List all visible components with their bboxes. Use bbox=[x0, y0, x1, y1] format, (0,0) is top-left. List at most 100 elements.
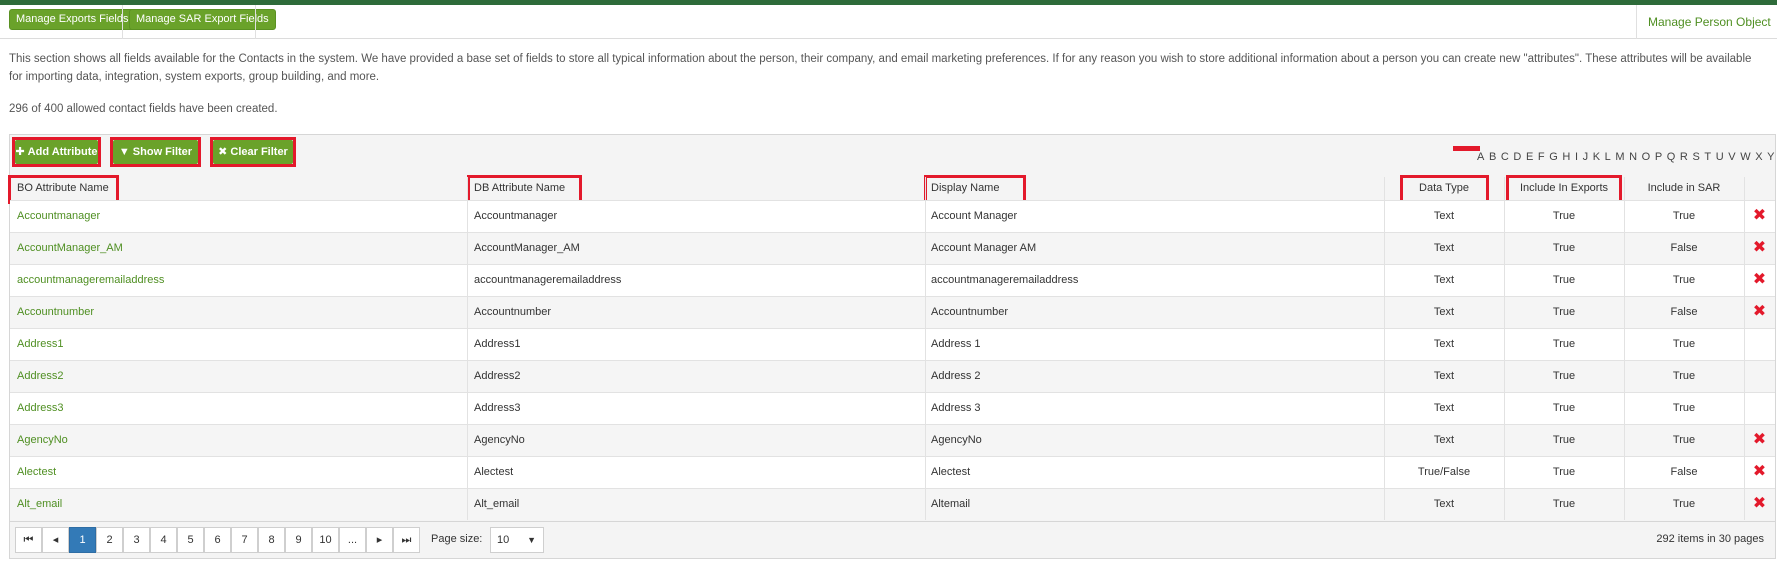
page-number-button[interactable]: 8 bbox=[258, 527, 285, 553]
add-attribute-button[interactable]: ✚ Add Attribute bbox=[15, 140, 98, 164]
data-type-cell: Text bbox=[1433, 274, 1455, 286]
alphabet-filter-letter[interactable]: W bbox=[1740, 151, 1750, 163]
page-number-button[interactable]: 10 bbox=[312, 527, 339, 553]
alphabet-filter-letter[interactable]: H bbox=[1562, 151, 1570, 163]
alphabet-filter-letter[interactable]: M bbox=[1615, 151, 1624, 163]
delete-icon[interactable]: ✖ bbox=[1744, 200, 1775, 232]
manage-person-object-link[interactable]: Manage Person Object bbox=[1636, 5, 1777, 39]
alphabet-filter-letter[interactable]: I bbox=[1575, 151, 1578, 163]
db-attribute-name-cell: AccountManager_AM bbox=[474, 242, 580, 254]
data-type-cell: Text bbox=[1433, 210, 1455, 222]
bo-attribute-name-link[interactable]: Alt_email bbox=[17, 488, 62, 520]
display-name-cell: Account Manager bbox=[931, 210, 1018, 222]
red-marker bbox=[1453, 146, 1480, 151]
page-number-button[interactable]: 2 bbox=[96, 527, 123, 553]
bo-attribute-name-link[interactable]: AccountManager_AM bbox=[17, 232, 123, 264]
delete-icon[interactable]: ✖ bbox=[1744, 232, 1775, 264]
page-number-button[interactable]: 6 bbox=[204, 527, 231, 553]
alphabet-filter-letter[interactable]: O bbox=[1642, 151, 1651, 163]
alphabet-filter-letter[interactable]: Y bbox=[1767, 151, 1774, 163]
alphabet-filter-letter[interactable]: P bbox=[1655, 151, 1662, 163]
manage-exports-fields-button[interactable]: Manage Exports Fields bbox=[9, 9, 136, 30]
db-attribute-name-cell: Alt_email bbox=[474, 498, 520, 510]
alphabet-filter-letter[interactable]: Q bbox=[1667, 151, 1676, 163]
next-page-icon[interactable]: ▸ bbox=[366, 527, 393, 553]
alphabet-filter-letter[interactable]: T bbox=[1704, 151, 1711, 163]
field-count-text: 296 of 400 allowed contact fields have b… bbox=[9, 103, 278, 115]
alphabet-filter-letter[interactable]: C bbox=[1501, 151, 1509, 163]
db-attribute-name-cell: Accountmanager bbox=[474, 210, 558, 222]
alphabet-filter-letter[interactable]: X bbox=[1755, 151, 1762, 163]
page-number-button[interactable]: ... bbox=[339, 527, 366, 553]
column-header-data-type[interactable]: Data Type bbox=[1384, 177, 1504, 200]
delete-icon[interactable]: ✖ bbox=[1744, 264, 1775, 296]
data-type-cell: Text bbox=[1433, 434, 1455, 446]
include-in-sar-cell: False bbox=[1670, 242, 1698, 254]
alphabet-filter-letter[interactable]: K bbox=[1593, 151, 1600, 163]
alphabet-filter-letter[interactable]: V bbox=[1728, 151, 1735, 163]
x-icon: ✖ bbox=[218, 146, 228, 158]
previous-page-icon[interactable]: ◂ bbox=[42, 527, 69, 553]
column-header-include-in-exports[interactable]: Include In Exports bbox=[1504, 177, 1624, 200]
page-number-button[interactable]: 9 bbox=[285, 527, 312, 553]
alphabet-filter-letter[interactable]: J bbox=[1583, 151, 1589, 163]
page-size-select[interactable]: 10 ▼ bbox=[490, 527, 544, 553]
display-name-cell: Account Manager AM bbox=[931, 242, 1037, 254]
page-number-button[interactable]: 4 bbox=[150, 527, 177, 553]
alphabet-filter-letter[interactable]: N bbox=[1629, 151, 1637, 163]
column-header-db-attribute-name[interactable]: DB Attribute Name bbox=[474, 177, 565, 200]
alphabet-filter: ABCDEFGHIJKLMNOPQRSTUVWXYZ* bbox=[1477, 151, 1777, 163]
alphabet-filter-letter[interactable]: S bbox=[1692, 151, 1699, 163]
plus-icon: ✚ bbox=[15, 146, 25, 158]
include-in-exports-cell: True bbox=[1552, 434, 1576, 446]
bo-attribute-name-link[interactable]: Accountmanager bbox=[17, 200, 100, 232]
tab-divider bbox=[255, 5, 256, 39]
page-size-value: 10 bbox=[497, 534, 510, 546]
page-number-button[interactable]: 3 bbox=[123, 527, 150, 553]
bo-attribute-name-link[interactable]: Address3 bbox=[17, 392, 63, 424]
include-in-sar-cell: True bbox=[1672, 338, 1696, 350]
bo-attribute-name-link[interactable]: Accountnumber bbox=[17, 296, 94, 328]
alphabet-filter-letter[interactable]: B bbox=[1489, 151, 1496, 163]
show-filter-button[interactable]: ▼ Show Filter bbox=[113, 140, 198, 164]
column-header-display-name[interactable]: Display Name bbox=[931, 177, 999, 200]
include-in-sar-cell: True bbox=[1672, 402, 1696, 414]
alphabet-filter-letter[interactable]: G bbox=[1549, 151, 1558, 163]
delete-icon[interactable]: ✖ bbox=[1744, 424, 1775, 456]
alphabet-filter-letter[interactable]: D bbox=[1513, 151, 1521, 163]
bo-attribute-name-link[interactable]: AgencyNo bbox=[17, 424, 68, 456]
include-in-sar-cell: True bbox=[1672, 210, 1696, 222]
data-type-cell: Text bbox=[1433, 306, 1455, 318]
alphabet-filter-letter[interactable]: R bbox=[1680, 151, 1688, 163]
page-number-button[interactable]: 7 bbox=[231, 527, 258, 553]
db-attribute-name-cell: Address1 bbox=[474, 338, 521, 350]
column-divider bbox=[467, 177, 468, 520]
data-type-cell: Text bbox=[1433, 402, 1455, 414]
delete-icon[interactable]: ✖ bbox=[1744, 488, 1775, 520]
page-number-button[interactable]: 1 bbox=[69, 527, 96, 553]
column-header-include-in-sar[interactable]: Include in SAR bbox=[1624, 177, 1744, 200]
bo-attribute-name-link[interactable]: Address1 bbox=[17, 328, 63, 360]
bo-attribute-name-link[interactable]: Address2 bbox=[17, 360, 63, 392]
manage-sar-export-fields-button[interactable]: Manage SAR Export Fields bbox=[129, 9, 276, 30]
alphabet-filter-letter[interactable]: A bbox=[1477, 151, 1484, 163]
page-number-button[interactable]: 5 bbox=[177, 527, 204, 553]
first-page-icon[interactable]: ⏮ bbox=[15, 527, 42, 553]
include-in-sar-cell: True bbox=[1672, 274, 1696, 286]
delete-icon[interactable]: ✖ bbox=[1744, 456, 1775, 488]
alphabet-filter-letter[interactable]: U bbox=[1716, 151, 1724, 163]
bo-attribute-name-link[interactable]: accountmanageremailaddress bbox=[17, 264, 164, 296]
delete-icon[interactable]: ✖ bbox=[1744, 296, 1775, 328]
column-header-bo-attribute-name[interactable]: BO Attribute Name bbox=[17, 177, 109, 200]
display-name-cell: Altemail bbox=[931, 498, 971, 510]
alphabet-filter-letter[interactable]: E bbox=[1526, 151, 1533, 163]
include-in-sar-cell: False bbox=[1670, 306, 1698, 318]
data-type-cell: Text bbox=[1433, 242, 1455, 254]
include-in-exports-cell: True bbox=[1552, 242, 1576, 254]
last-page-icon[interactable]: ⏭ bbox=[393, 527, 420, 553]
bo-attribute-name-link[interactable]: Alectest bbox=[17, 456, 56, 488]
include-in-exports-cell: True bbox=[1552, 402, 1576, 414]
alphabet-filter-letter[interactable]: F bbox=[1538, 151, 1545, 163]
clear-filter-button[interactable]: ✖ Clear Filter bbox=[213, 140, 293, 164]
alphabet-filter-letter[interactable]: L bbox=[1605, 151, 1611, 163]
